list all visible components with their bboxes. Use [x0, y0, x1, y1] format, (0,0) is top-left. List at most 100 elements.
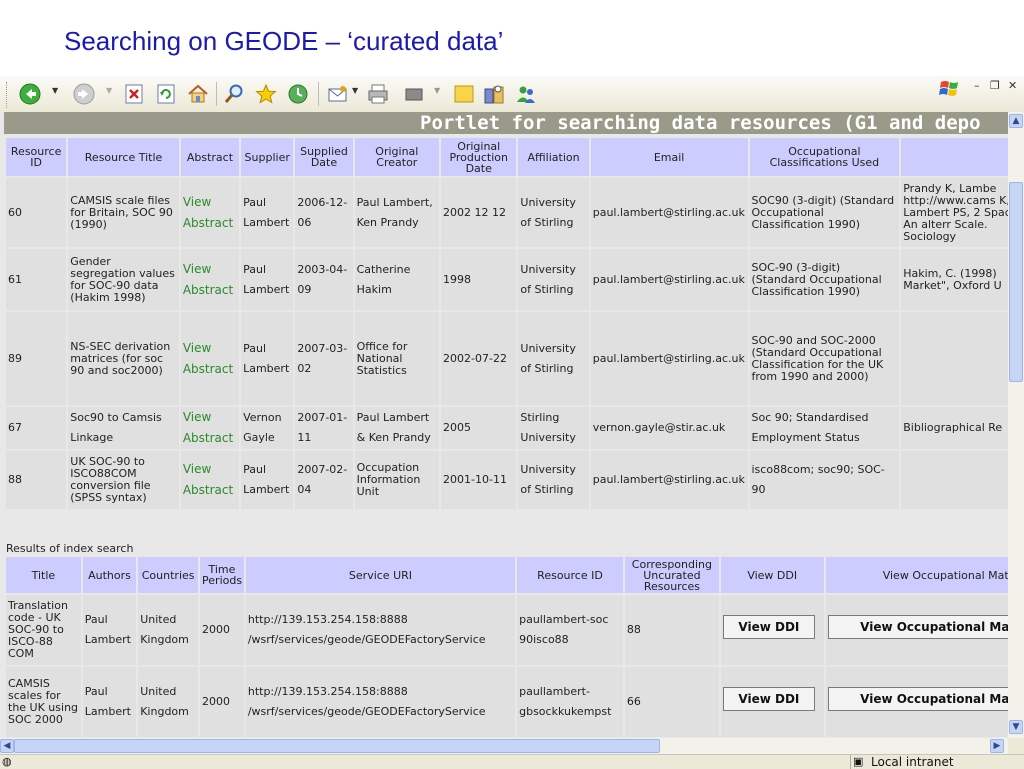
scroll-right-arrow-icon[interactable]: ▶ — [990, 739, 1004, 753]
col-occupational-classifications[interactable]: Occupational Classifications Used — [749, 138, 900, 176]
edit-icon[interactable] — [402, 82, 426, 106]
col-original-creator[interactable]: Original Creator — [354, 138, 440, 176]
table-row: CAMSIS scales for the UK using SOC 2000 … — [6, 667, 1008, 737]
table-row: 88 UK SOC-90 to ISCO88COM conversion fil… — [6, 451, 1008, 509]
mail-icon[interactable] — [326, 82, 350, 106]
scroll-up-arrow-icon[interactable]: ▲ — [1009, 114, 1023, 128]
cell-supplied-date: 2007-01-11 — [295, 407, 353, 449]
scroll-left-arrow-icon[interactable]: ◀ — [0, 739, 14, 753]
cell-production-date: 2005 — [441, 407, 517, 449]
view-abstract-link[interactable]: View Abstract — [183, 341, 233, 376]
col-bibliography[interactable] — [901, 138, 1008, 176]
view-abstract-link[interactable]: View Abstract — [183, 410, 233, 445]
stop-icon[interactable] — [122, 82, 146, 106]
col-resource-title[interactable]: Resource Title — [68, 138, 179, 176]
toolbar-separator — [318, 82, 319, 106]
view-occupational-matching-button[interactable]: View Occupational Match — [827, 615, 1008, 639]
col-time-periods[interactable]: Time Periods — [200, 557, 244, 593]
portlet-title: Portlet for searching data resources (G1… — [420, 112, 981, 134]
col-service-uri[interactable]: Service URI — [245, 557, 516, 593]
cell-supplier: Paul Lambert — [241, 249, 294, 310]
col-authors[interactable]: Authors — [82, 557, 137, 593]
close-button[interactable]: ✕ — [1008, 79, 1017, 92]
cell-service-uri: http://139.153.254.158:8888 /wsrf/servic… — [245, 667, 516, 737]
cell-bibliography: Prandy K, Lambe http://www.cams K, Lambe… — [901, 178, 1008, 247]
col-abstract[interactable]: Abstract — [180, 138, 240, 176]
cell-production-date: 2002 12 12 — [441, 178, 517, 247]
minimize-button[interactable]: – — [974, 79, 980, 92]
cell-index-resource-id: paullambert- gbsockkukempst — [517, 667, 623, 737]
mail-dropdown-icon[interactable]: ▼ — [352, 86, 358, 95]
history-icon[interactable] — [286, 82, 310, 106]
toolbar-separator — [216, 82, 217, 106]
col-supplier[interactable]: Supplier — [241, 138, 294, 176]
col-view-occupational-matching[interactable]: View Occupational Matchi — [825, 557, 1008, 593]
restore-button[interactable]: ❐ — [990, 79, 1000, 92]
cell-email: paul.lambert@stirling.ac.uk — [590, 178, 748, 247]
cell-affiliation: University of Stirling — [518, 312, 589, 405]
cell-resource-id: 67 — [6, 407, 67, 449]
col-title[interactable]: Title — [6, 557, 81, 593]
col-email[interactable]: Email — [590, 138, 748, 176]
view-abstract-link[interactable]: View Abstract — [183, 262, 233, 297]
view-occupational-matching-button[interactable]: View Occupational Match — [827, 687, 1008, 711]
col-original-production-date[interactable]: Original Production Date — [441, 138, 517, 176]
cell-time-period: 2000 — [200, 595, 244, 665]
view-abstract-link[interactable]: View Abstract — [183, 195, 233, 230]
cell-uncurated-resources: 88 — [624, 595, 719, 665]
messenger-icon[interactable] — [514, 82, 538, 106]
cell-email: paul.lambert@stirling.ac.uk — [590, 451, 748, 509]
horizontal-scrollbar[interactable]: ◀ ▶ — [0, 738, 1008, 754]
forward-icon[interactable] — [72, 82, 96, 106]
cell-supplier: Paul Lambert — [241, 451, 294, 509]
print-icon[interactable] — [366, 82, 390, 106]
cell-title: Translation code - UK SOC-90 to ISCO-88 … — [6, 595, 81, 665]
refresh-icon[interactable] — [154, 82, 178, 106]
cell-affiliation: Stirling University — [518, 407, 589, 449]
home-icon[interactable] — [186, 82, 210, 106]
col-index-resource-id[interactable]: Resource ID — [517, 557, 623, 593]
col-supplied-date[interactable]: Supplied Date — [295, 138, 353, 176]
cell-occupational-classifications: isco88com; soc90; SOC-90 — [749, 451, 900, 509]
vertical-scrollbar[interactable]: ▲ ▼ — [1008, 112, 1024, 738]
cell-bibliography — [901, 312, 1008, 405]
col-resource-id[interactable]: Resource ID — [6, 138, 67, 176]
cell-resource-title: Gender segregation values for SOC-90 dat… — [68, 249, 179, 310]
cell-supplier: Paul Lambert — [241, 178, 294, 247]
favorites-icon[interactable] — [254, 82, 278, 106]
browser-toolbar: ▼ ▼ ▼ ▼ – ❐ ✕ — [0, 76, 1024, 113]
back-icon[interactable] — [18, 82, 42, 106]
cell-original-creator: Paul Lambert & Ken Prandy — [354, 407, 440, 449]
forward-dropdown-icon[interactable]: ▼ — [106, 86, 112, 95]
col-view-ddi[interactable]: View DDI — [720, 557, 824, 593]
col-countries[interactable]: Countries — [138, 557, 199, 593]
col-uncurated-resources[interactable]: Corresponding Uncurated Resources — [624, 557, 719, 593]
cell-production-date: 2001-10-11 — [441, 451, 517, 509]
cell-resource-id: 89 — [6, 312, 67, 405]
research-icon[interactable] — [482, 82, 506, 106]
horizontal-scroll-thumb[interactable] — [14, 739, 660, 753]
portlet-header: Portlet for searching data resources (G1… — [4, 112, 1008, 134]
cell-supplier: Paul Lambert — [241, 312, 294, 405]
cell-affiliation: University of Stirling — [518, 451, 589, 509]
toolbar-grip[interactable] — [6, 82, 10, 108]
cell-resource-title: UK SOC-90 to ISCO88COM conversion file (… — [68, 451, 179, 509]
cell-occupational-classifications: SOC90 (3-digit) (Standard Occupational C… — [749, 178, 900, 247]
resources-header-row: Resource ID Resource Title Abstract Supp… — [6, 138, 1008, 176]
cell-resource-title: NS-SEC derivation matrices (for soc 90 a… — [68, 312, 179, 405]
cell-supplied-date: 2006-12-06 — [295, 178, 353, 247]
view-ddi-button[interactable]: View DDI — [722, 615, 815, 639]
cell-bibliography: Hakim, C. (1998) Market", Oxford U — [901, 249, 1008, 310]
table-row: 60 CAMSIS scale files for Britain, SOC 9… — [6, 178, 1008, 247]
discuss-icon[interactable] — [452, 82, 476, 106]
scroll-down-arrow-icon[interactable]: ▼ — [1009, 720, 1023, 734]
back-dropdown-icon[interactable]: ▼ — [52, 86, 58, 95]
view-ddi-button[interactable]: View DDI — [722, 687, 815, 711]
cell-resource-id: 88 — [6, 451, 67, 509]
col-affiliation[interactable]: Affiliation — [518, 138, 589, 176]
vertical-scroll-thumb[interactable] — [1009, 182, 1023, 382]
index-results-table: Title Authors Countries Time Periods Ser… — [4, 555, 1008, 738]
search-icon[interactable] — [222, 82, 246, 106]
view-abstract-link[interactable]: View Abstract — [183, 462, 233, 497]
edit-dropdown-icon[interactable]: ▼ — [434, 86, 440, 95]
